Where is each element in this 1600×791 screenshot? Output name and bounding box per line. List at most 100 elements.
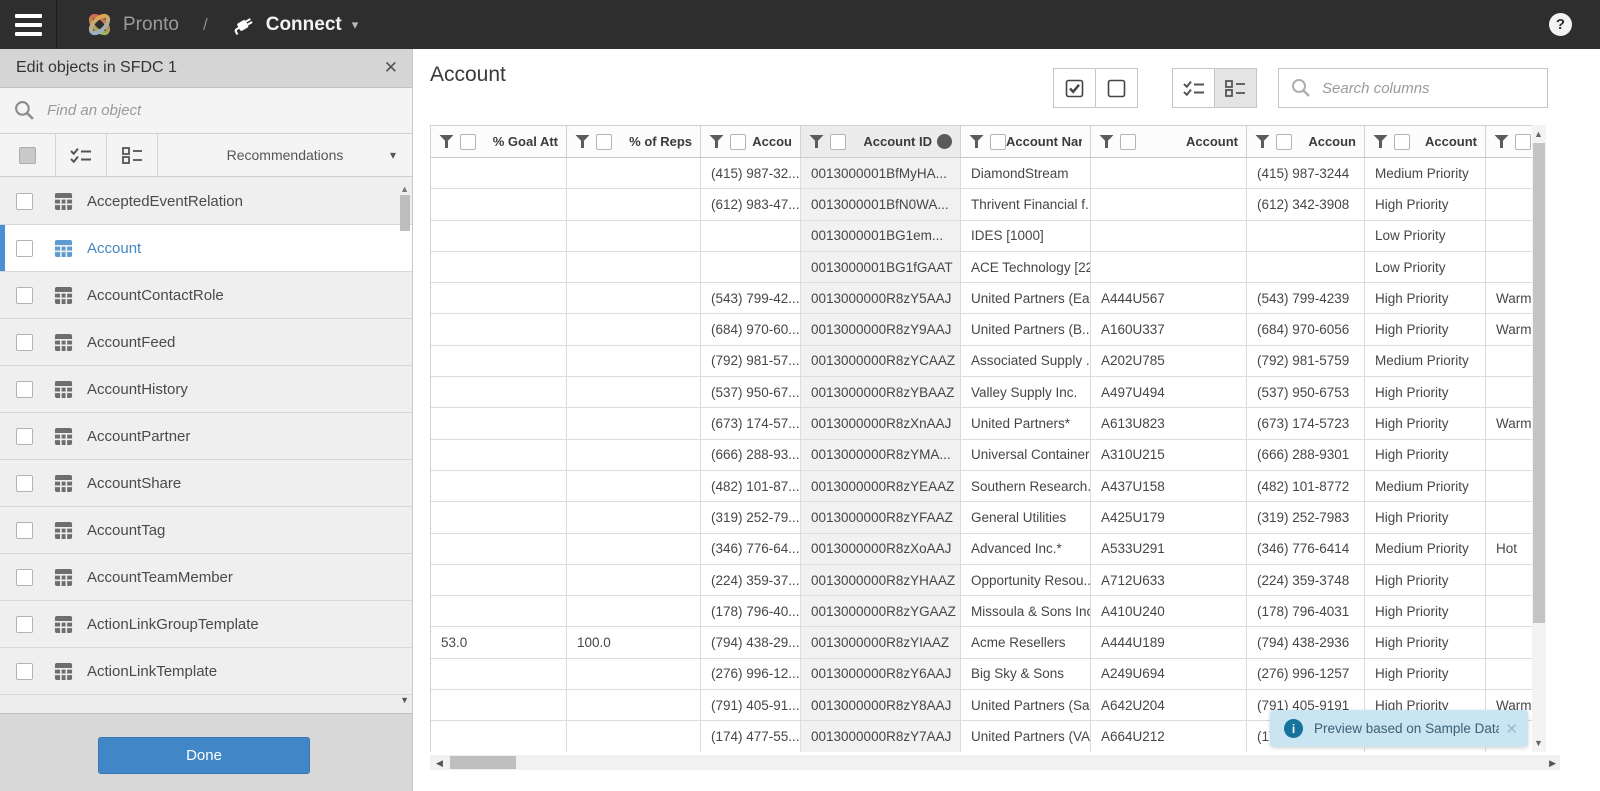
table-row: (543) 799-42... 0013000000R8zY5AAJ United … xyxy=(431,283,1532,315)
column-header-5[interactable]: Account Nar xyxy=(961,126,1091,157)
table-cell xyxy=(431,158,567,190)
table-cell: High Priority xyxy=(1365,189,1486,221)
sidebar-item-accountshare[interactable]: AccountShare xyxy=(0,460,412,507)
object-checkbox[interactable] xyxy=(16,568,33,586)
table-cell: A410U240 xyxy=(1091,596,1247,628)
object-checkbox[interactable] xyxy=(16,239,33,257)
select-all-columns-button[interactable] xyxy=(1053,68,1096,108)
sidebar-item-actionlinkgrouptemplate[interactable]: ActionLinkGroupTemplate xyxy=(0,601,412,648)
column-header-1[interactable]: % Goal Att xyxy=(431,126,567,157)
table-cell: (792) 981-5759 xyxy=(1247,345,1365,378)
table-cell xyxy=(567,596,701,628)
scroll-down-icon[interactable]: ▼ xyxy=(400,695,409,705)
table-cell xyxy=(567,189,701,221)
table-cell xyxy=(1486,502,1532,534)
sidebar-item-account[interactable]: Account xyxy=(0,225,412,272)
sidebar-item-actionlinktemplate[interactable]: ActionLinkTemplate xyxy=(0,648,412,695)
scroll-left-icon[interactable]: ◀ xyxy=(436,758,443,769)
object-checkbox[interactable] xyxy=(16,192,33,210)
column-search-input[interactable] xyxy=(1322,79,1535,97)
table-cell: A444U189 xyxy=(1091,627,1247,659)
cardlist-view-button[interactable] xyxy=(107,134,158,176)
filter-funnel-icon[interactable] xyxy=(1494,135,1509,148)
column-checkbox[interactable] xyxy=(460,133,476,150)
table-cell: Valley Supply Inc. xyxy=(961,377,1091,409)
scroll-right-icon[interactable]: ▶ xyxy=(1549,758,1556,769)
select-all-checkbox[interactable] xyxy=(0,134,56,176)
column-checkbox[interactable] xyxy=(1276,133,1292,150)
table-vertical-scrollbar[interactable]: ▲ ▼ xyxy=(1532,125,1546,752)
table-grid-icon xyxy=(54,662,73,681)
column-checkbox[interactable] xyxy=(596,133,612,150)
table-cell xyxy=(1486,158,1532,190)
filter-funnel-icon[interactable] xyxy=(709,135,724,148)
horizontal-scrollbar-thumb[interactable] xyxy=(450,756,516,769)
table-cell xyxy=(431,439,567,471)
table-cell: Universal Containers xyxy=(961,439,1091,471)
table-cell: A712U633 xyxy=(1091,564,1247,597)
column-checkbox[interactable] xyxy=(990,133,1006,150)
column-header-4[interactable]: Account ID xyxy=(801,126,961,157)
done-button[interactable]: Done xyxy=(98,737,310,774)
object-checkbox[interactable] xyxy=(16,380,33,398)
scroll-down-icon[interactable]: ▼ xyxy=(1534,738,1543,748)
table-cell: United Partners (B... xyxy=(961,314,1091,346)
object-checkbox[interactable] xyxy=(16,333,33,351)
table-cell: (794) 438-29... xyxy=(701,627,801,659)
brand-name[interactable]: Pronto xyxy=(123,14,179,36)
sidebar-item-accounttag[interactable]: AccountTag xyxy=(0,507,412,554)
table-horizontal-scrollbar[interactable]: ◀ ▶ xyxy=(430,755,1560,770)
table-cell: (673) 174-57... xyxy=(701,408,801,440)
filter-funnel-icon[interactable] xyxy=(969,135,984,148)
column-header-7[interactable]: Accoun xyxy=(1247,126,1365,157)
filter-funnel-icon[interactable] xyxy=(1373,135,1388,148)
column-header-3[interactable]: Accou xyxy=(701,126,801,157)
table-cell: United Partners (VA) xyxy=(961,721,1091,752)
filter-funnel-icon[interactable] xyxy=(575,135,590,148)
scroll-up-icon[interactable]: ▲ xyxy=(400,184,409,194)
object-checkbox[interactable] xyxy=(16,521,33,539)
column-header-8[interactable]: Account xyxy=(1365,126,1486,157)
filter-funnel-icon[interactable] xyxy=(1255,135,1270,148)
column-checkbox[interactable] xyxy=(1515,133,1531,150)
close-icon[interactable]: ✕ xyxy=(384,58,398,78)
object-checkbox[interactable] xyxy=(16,474,33,492)
column-checkbox[interactable] xyxy=(830,133,846,150)
selected-columns-view-button[interactable] xyxy=(1172,68,1215,108)
column-checkbox[interactable] xyxy=(1120,133,1136,150)
filter-funnel-icon[interactable] xyxy=(1099,135,1114,148)
vertical-scrollbar-thumb[interactable] xyxy=(1533,143,1545,623)
object-checkbox[interactable] xyxy=(16,427,33,445)
object-checkbox[interactable] xyxy=(16,615,33,633)
object-checkbox[interactable] xyxy=(16,286,33,304)
table-cell: ACE Technology [22... xyxy=(961,251,1091,284)
all-columns-view-button[interactable] xyxy=(1214,68,1257,108)
filter-funnel-icon[interactable] xyxy=(439,135,454,148)
sidebar-item-acceptedeventrelation[interactable]: AcceptedEventRelation xyxy=(0,178,412,225)
deselect-all-columns-button[interactable] xyxy=(1095,68,1138,108)
sidebar-item-accountpartner[interactable]: AccountPartner xyxy=(0,413,412,460)
sidebar-item-accountcontactrole[interactable]: AccountContactRole xyxy=(0,272,412,319)
filter-funnel-icon[interactable] xyxy=(809,135,824,148)
column-header-9[interactable]: Acc xyxy=(1486,126,1532,157)
checklist-view-button[interactable] xyxy=(56,134,107,176)
sidebar-item-accountteammember[interactable]: AccountTeamMember xyxy=(0,554,412,601)
list-scrollbar-thumb[interactable] xyxy=(400,195,410,231)
column-header-2[interactable]: % of Reps xyxy=(567,126,701,157)
toast-close-icon[interactable]: ✕ xyxy=(1505,720,1518,738)
table-cell xyxy=(431,408,567,440)
object-search-input[interactable] xyxy=(47,102,398,119)
sidebar-item-accountfeed[interactable]: AccountFeed xyxy=(0,319,412,366)
help-button[interactable]: ? xyxy=(1549,13,1572,36)
connect-dropdown[interactable]: Connect ▾ xyxy=(232,14,358,36)
column-header-6[interactable]: Account xyxy=(1091,126,1247,157)
object-checkbox[interactable] xyxy=(16,662,33,680)
recommendations-dropdown[interactable]: Recommendations ▾ xyxy=(158,134,412,176)
sidebar-item-accounthistory[interactable]: AccountHistory xyxy=(0,366,412,413)
column-checkbox[interactable] xyxy=(1394,133,1410,150)
column-checkbox[interactable] xyxy=(730,133,746,150)
table-cell: Acme Resellers xyxy=(961,627,1091,659)
hamburger-menu-icon[interactable] xyxy=(0,0,57,49)
table-cell xyxy=(1247,220,1365,252)
scroll-up-icon[interactable]: ▲ xyxy=(1534,129,1543,139)
